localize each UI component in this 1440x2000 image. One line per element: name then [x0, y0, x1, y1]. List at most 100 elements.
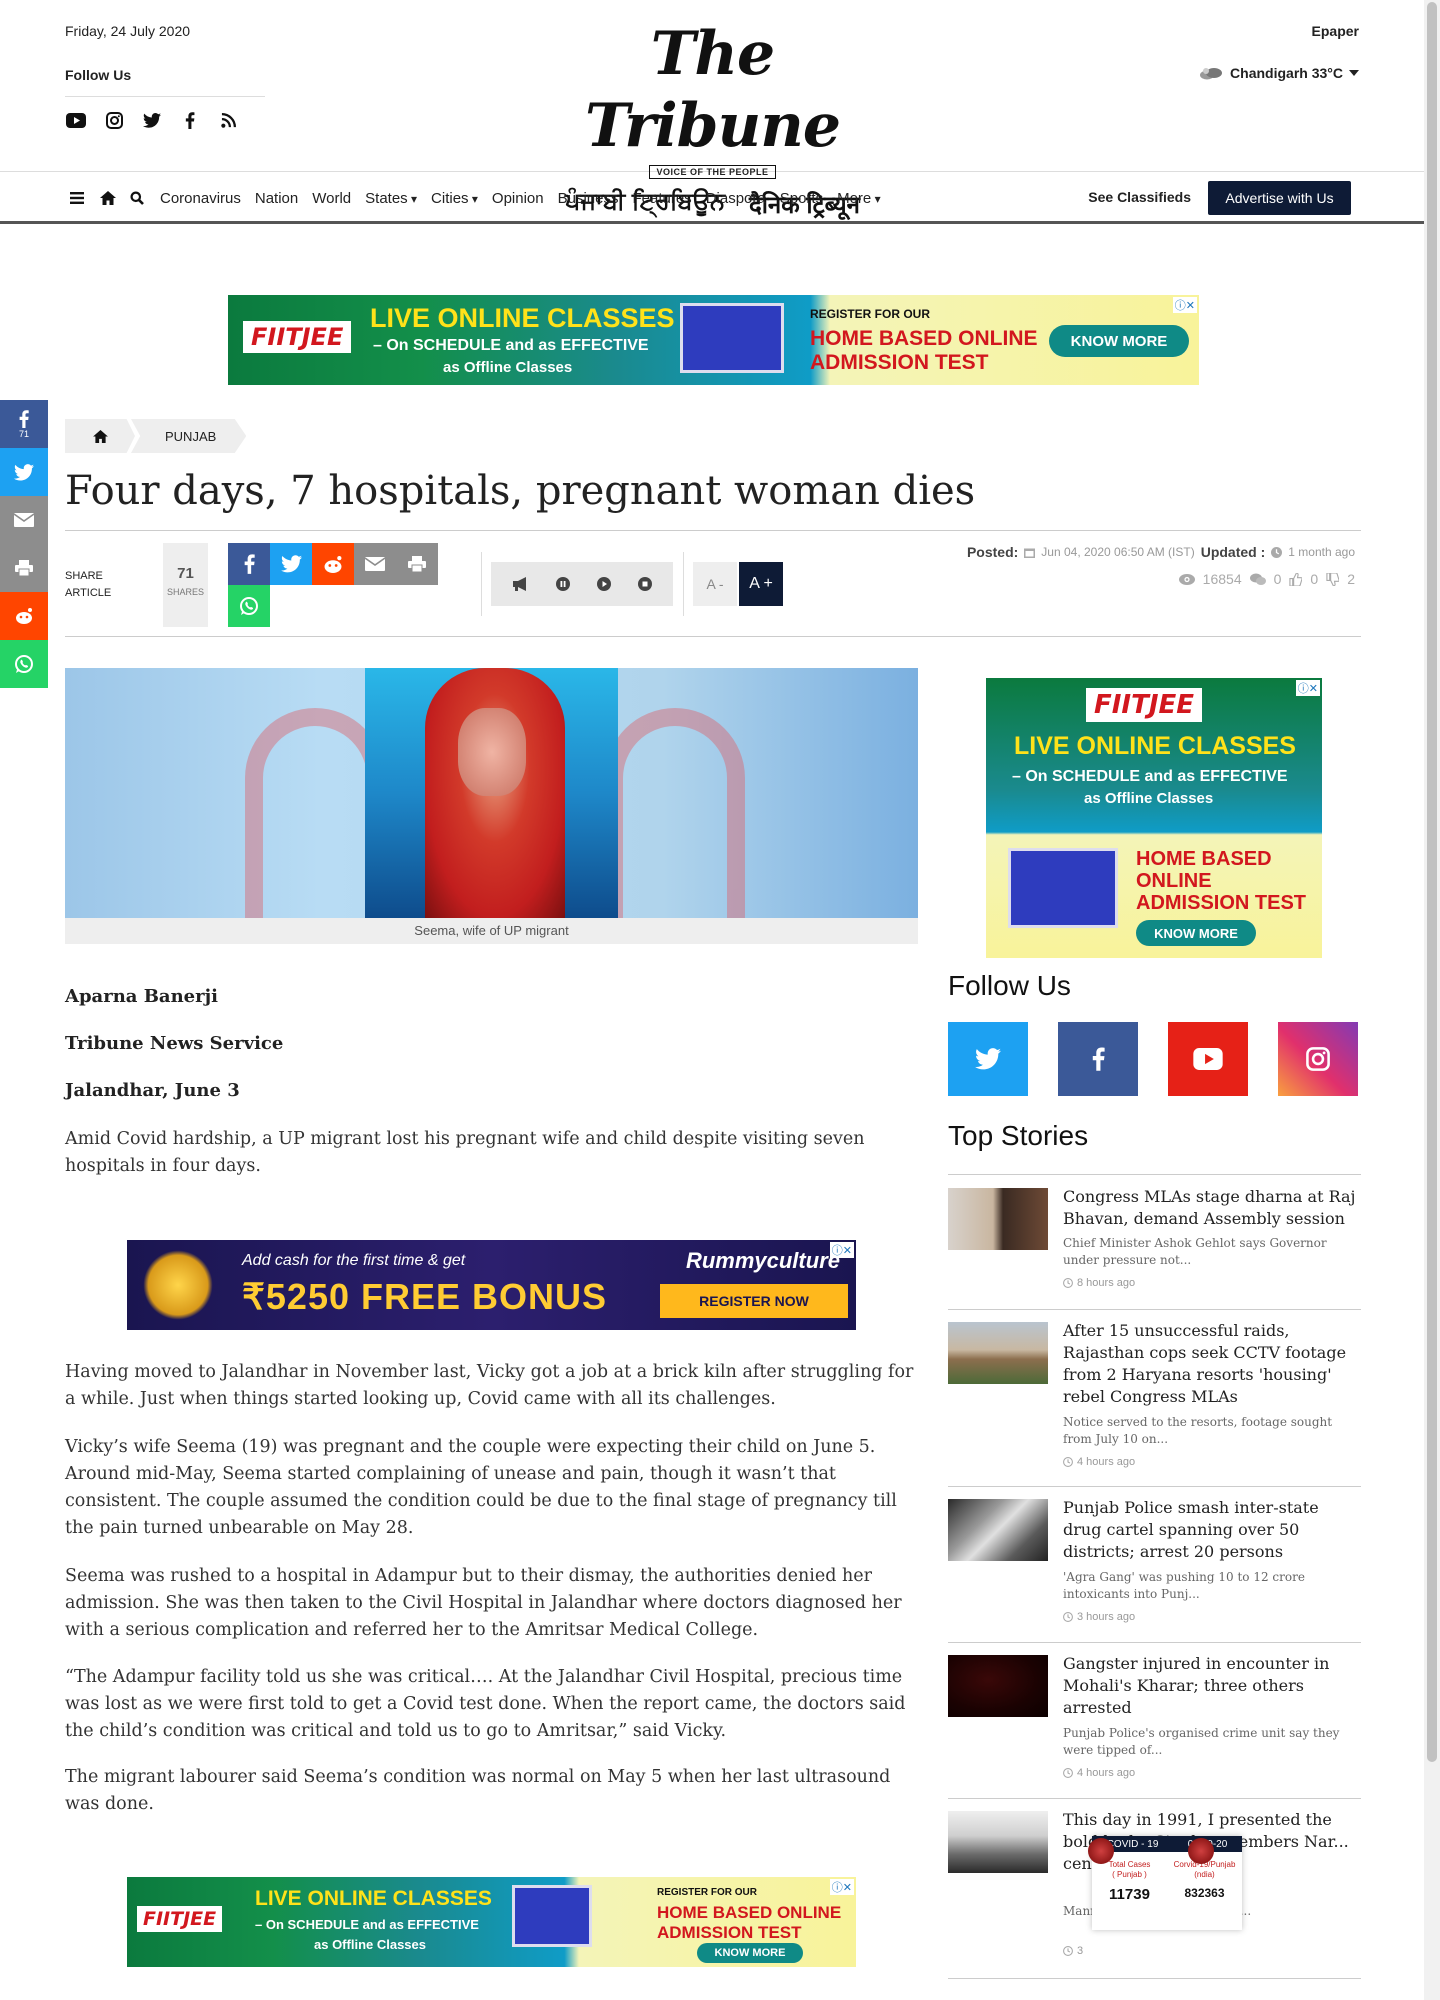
thumbs-up-icon[interactable] [1289, 572, 1303, 586]
nav-item-features[interactable]: Features [632, 190, 691, 207]
ad-logo: Rummyculture [685, 1248, 840, 1273]
updated-label: Updated : [1200, 544, 1266, 560]
article-timestamps: Posted: Jun 04, 2020 06:50 AM (IST) Upda… [967, 544, 1355, 560]
ad-subline: – On SCHEDULE and as EFFECTIVE [373, 337, 649, 354]
epaper-link[interactable]: Epaper [1312, 23, 1359, 39]
float-print-share[interactable] [0, 544, 48, 592]
nav-item-more[interactable]: More [837, 190, 881, 207]
nav-item-business[interactable]: Business [558, 190, 619, 207]
fiitjee-ad-banner[interactable]: FIITJEE LIVE ONLINE CLASSES – On SCHEDUL… [127, 1877, 856, 1967]
float-email-share[interactable] [0, 496, 48, 544]
reddit-share-button[interactable] [312, 543, 354, 585]
ad-choices-icon[interactable]: ⓘ✕ [1295, 680, 1320, 696]
email-icon [14, 513, 34, 527]
story-title[interactable]: Congress MLAs stage dharna at Raj Bhavan… [1063, 1186, 1361, 1230]
page-scrollbar[interactable] [1424, 0, 1440, 2000]
twitter-icon [280, 555, 302, 573]
article-paragraph: Seema was rushed to a hospital in Adampu… [65, 1566, 902, 1640]
instagram-icon[interactable] [103, 110, 125, 130]
top-story-item[interactable]: After 15 unsuccessful raids, Rajasthan c… [948, 1310, 1361, 1487]
floating-share-bar: 71 [0, 400, 48, 688]
ad-test-headline-2: ONLINE [1136, 870, 1212, 892]
register-now-button[interactable]: REGISTER NOW [660, 1284, 848, 1318]
email-share-button[interactable] [354, 543, 396, 585]
facebook-follow-button[interactable] [1058, 1022, 1138, 1096]
ad-laptop-image [680, 303, 784, 373]
decrease-font-button[interactable]: A - [693, 562, 737, 606]
ad-subline: – On SCHEDULE and as EFFECTIVE [255, 1917, 479, 1932]
know-more-button[interactable]: KNOW MORE [1049, 325, 1189, 357]
story-title[interactable]: Gangster injured in encounter in Mohali'… [1063, 1653, 1361, 1719]
ad-choices-icon[interactable]: ⓘ✕ [1172, 297, 1197, 313]
youtube-follow-button[interactable] [1168, 1022, 1248, 1096]
float-whatsapp-share[interactable] [0, 640, 48, 688]
float-facebook-share[interactable]: 71 [0, 400, 48, 448]
advertise-button[interactable]: Advertise with Us [1208, 181, 1351, 215]
share-label-line: ARTICLE [65, 587, 112, 599]
search-icon[interactable] [130, 190, 146, 206]
print-share-button[interactable] [396, 543, 438, 585]
breadcrumb-home[interactable] [65, 419, 135, 453]
see-classifieds-link[interactable]: See Classifieds [1088, 189, 1191, 205]
nav-item-coronavirus[interactable]: Coronavirus [160, 190, 241, 207]
story-summary: Punjab Police's organised crime unit say… [1063, 1726, 1340, 1757]
ad-test-headline: HOME BASED ONLINE [657, 1903, 842, 1922]
story-title[interactable]: After 15 unsuccessful raids, Rajasthan c… [1063, 1320, 1361, 1408]
know-more-button[interactable]: KNOW MORE [1136, 920, 1256, 946]
stop-button[interactable] [637, 577, 652, 591]
increase-font-button[interactable]: A + [739, 562, 783, 606]
nav-item-nation[interactable]: Nation [255, 190, 298, 207]
scrollbar-thumb[interactable] [1427, 2, 1437, 1762]
twitter-follow-button[interactable] [948, 1022, 1028, 1096]
play-button[interactable] [596, 577, 611, 591]
ad-subline-2: as Offline Classes [1084, 790, 1214, 807]
the-tribune-logo[interactable]: The Tribune VOICE OF THE PEOPLE ਪੰਜਾਬੀ ਟ… [540, 18, 885, 219]
know-more-button[interactable]: KNOW MORE [697, 1943, 803, 1963]
story-thumbnail[interactable] [948, 1322, 1048, 1384]
nav-item-world[interactable]: World [312, 190, 351, 207]
facebook-share-count: 71 [18, 428, 29, 439]
fiitjee-ad-sidebar[interactable]: FIITJEE LIVE ONLINE CLASSES – On SCHEDUL… [986, 678, 1322, 958]
story-thumbnail[interactable] [948, 1188, 1048, 1250]
hamburger-menu-icon[interactable] [70, 190, 86, 206]
breadcrumb-section[interactable]: PUNJAB [131, 419, 247, 453]
twitter-share-button[interactable] [270, 543, 312, 585]
top-story-item[interactable]: Punjab Police smash inter-state drug car… [948, 1487, 1361, 1643]
home-icon[interactable] [100, 190, 116, 206]
story-thumbnail[interactable] [948, 1811, 1048, 1873]
nav-item-opinion[interactable]: Opinion [492, 190, 544, 207]
covid-widget[interactable]: COVID - 19 00/10-20 Total Cases ( Punjab… [1088, 1836, 1242, 1930]
story-thumbnail[interactable] [948, 1655, 1048, 1717]
weather-dropdown[interactable]: Chandigarh 33°C [1198, 65, 1359, 81]
coins-graphic [143, 1250, 213, 1320]
float-twitter-share[interactable] [0, 448, 48, 496]
covid-punjab-total: 11739 [1109, 1886, 1150, 1903]
youtube-icon[interactable] [65, 110, 87, 130]
ad-choices-icon[interactable]: ⓘ✕ [829, 1242, 854, 1258]
twitter-icon[interactable] [141, 110, 163, 130]
ad-choices-icon[interactable]: ⓘ✕ [829, 1879, 854, 1895]
float-reddit-share[interactable] [0, 592, 48, 640]
story-time: 3 hours ago [1063, 1611, 1135, 1623]
story-time-text: 8 hours ago [1077, 1277, 1136, 1289]
facebook-icon[interactable] [179, 110, 201, 130]
nav-item-cities[interactable]: Cities [431, 190, 478, 207]
nav-item-diaspora[interactable]: Diaspora [706, 190, 766, 207]
instagram-follow-button[interactable] [1278, 1022, 1358, 1096]
nav-item-states[interactable]: States [365, 190, 417, 207]
view-count: 16854 [1202, 571, 1242, 587]
ad-subline: – On SCHEDULE and as EFFECTIVE [1012, 768, 1288, 785]
facebook-share-button[interactable] [228, 543, 270, 585]
story-title[interactable]: Punjab Police smash inter-state drug car… [1063, 1497, 1361, 1563]
top-story-item[interactable]: Gangster injured in encounter in Mohali'… [948, 1643, 1361, 1799]
top-story-item[interactable]: Congress MLAs stage dharna at Raj Bhavan… [948, 1176, 1361, 1310]
rss-icon[interactable] [217, 110, 239, 130]
fiitjee-ad-banner[interactable]: FIITJEE LIVE ONLINE CLASSES – On SCHEDUL… [228, 295, 1199, 385]
whatsapp-share-button[interactable] [228, 585, 270, 627]
nav-item-sports[interactable]: Sports [780, 190, 823, 207]
rummyculture-ad-banner[interactable]: Add cash for the first time & get ₹5250 … [127, 1240, 856, 1330]
pause-button[interactable] [555, 577, 570, 591]
twitter-icon [14, 463, 34, 480]
story-thumbnail[interactable] [948, 1499, 1048, 1561]
thumbs-down-icon[interactable] [1326, 572, 1340, 586]
